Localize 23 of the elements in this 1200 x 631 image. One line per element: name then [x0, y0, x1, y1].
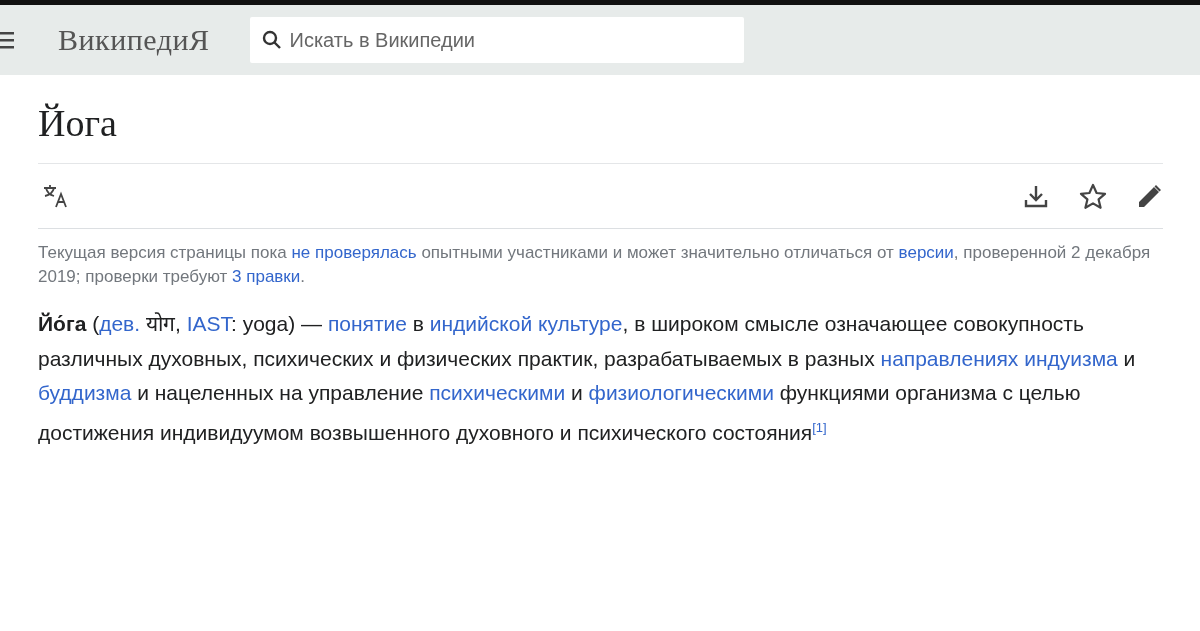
inline-link[interactable]: понятие [327, 312, 407, 335]
inline-link[interactable]: не проверялась [291, 243, 417, 262]
search-icon [261, 30, 282, 50]
footnote-link[interactable]: [1] [812, 419, 827, 435]
translate-icon[interactable] [42, 183, 70, 209]
inline-link[interactable]: индийской культуре [429, 312, 623, 335]
star-icon[interactable] [1079, 182, 1107, 210]
inline-link[interactable]: 3 правки [232, 267, 301, 286]
inline-link[interactable]: версии [898, 243, 954, 262]
menu-icon[interactable] [0, 29, 14, 51]
article-paragraph: Йо́га (дев. योग, IAST: yoga) — понятие в индийской культуре, в широком смысле означающее совокупность различных духовных, психических и физических практик, разрабатываемых в разных направлениях индуизма и буддизма и нацеленных на управление психическими и физиологическими функциями организма с целью достижения индивидуумом возвышенного духовного и психического состояния$^{[1]}$ [38, 311, 1137, 446]
inline-link[interactable]: направлениях индуизма [880, 346, 1118, 370]
download-icon[interactable] [1023, 183, 1049, 209]
inline-link[interactable]: IAST [186, 312, 231, 335]
page-title: Йога [38, 101, 1163, 164]
inline-link[interactable]: буддизма [38, 381, 132, 404]
search-field[interactable]: Искать в Википедии [249, 17, 744, 63]
inline-link[interactable]: физиологическими [588, 381, 774, 404]
inline-link[interactable]: дев. [99, 312, 141, 335]
site-logo[interactable]: ВикипедиЯ [58, 23, 210, 57]
edit-pencil-icon[interactable] [1137, 183, 1163, 209]
review-notice: Текущая версия страницы пока не проверялась опытными участниками и может значительно отличаться от версии, проверенной 2 декабря 2019; проверки требуют 3 правки. [38, 242, 1152, 288]
inline-link[interactable]: психическими [429, 381, 566, 404]
